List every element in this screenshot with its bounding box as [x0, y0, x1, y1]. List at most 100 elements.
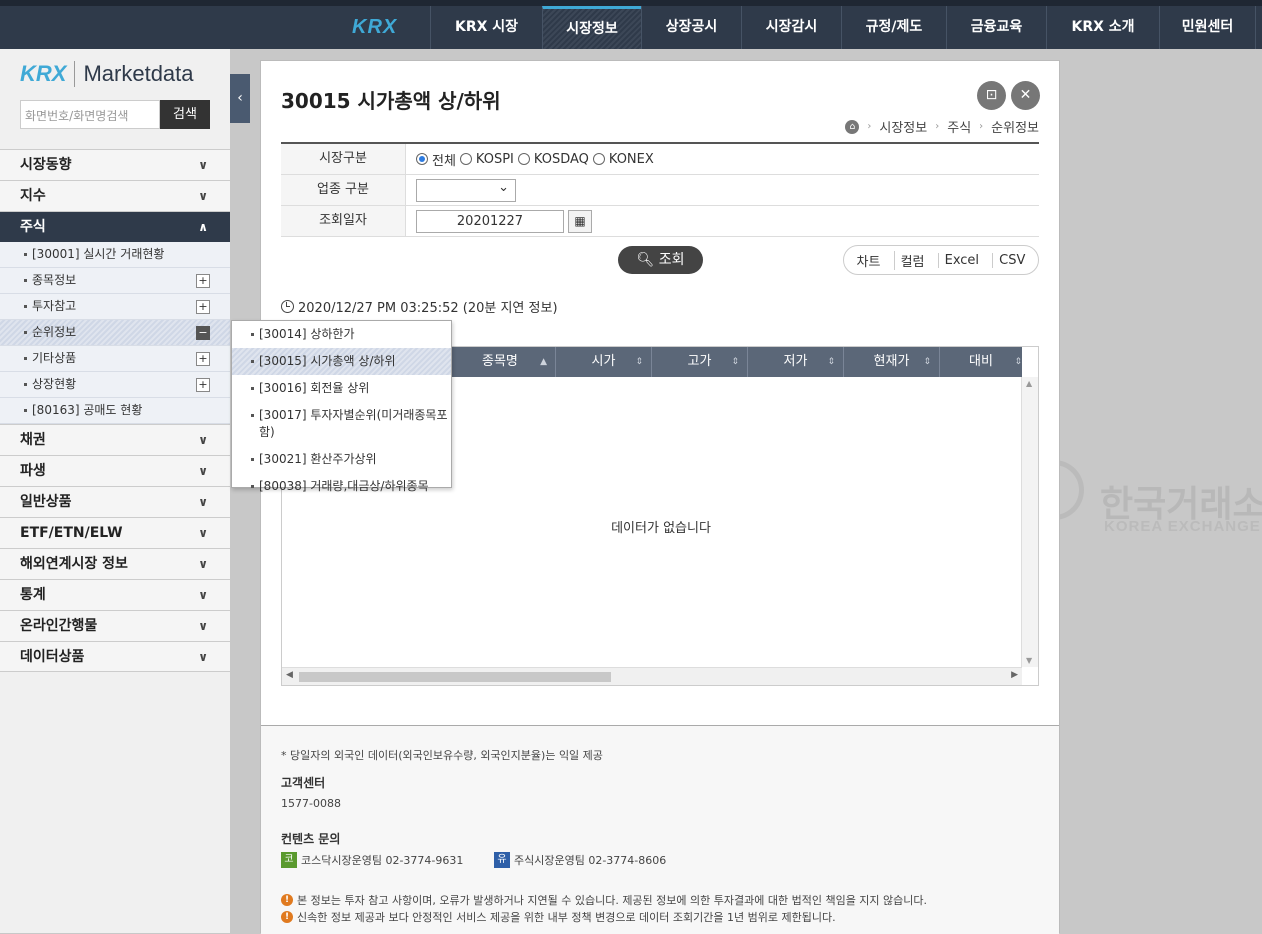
scrollbar-thumb[interactable] [299, 672, 611, 682]
menu-label: ETF/ETN/ELW [20, 525, 123, 541]
menu-label: 파생 [20, 463, 46, 479]
bullet-icon [24, 357, 27, 360]
stock-contact: 유 주식시장운영팀 02-3774-8606 [494, 852, 666, 868]
calendar-icon[interactable]: ▦ [568, 209, 592, 233]
submenu-other-products[interactable]: 기타상품 + [0, 346, 230, 372]
scroll-right-icon[interactable]: ▶ [1011, 670, 1018, 680]
horizontal-scrollbar[interactable]: ◀ ▶ [282, 667, 1022, 685]
column-header-change[interactable]: 대비 ⇕ [940, 347, 1022, 377]
nav-civil-center[interactable]: 민원센터 [1159, 6, 1256, 49]
top-navigation-bar: KRX KRX 시장 시장정보 상장공시 시장감시 규정/제도 금융교육 KRX… [0, 0, 1262, 49]
marketdata-logo[interactable]: KRX Marketdata [20, 59, 194, 89]
menu-general-products[interactable]: 일반상품 ∨ [0, 486, 230, 517]
popup-item-turnover[interactable]: [30016] 회전율 상위 [232, 375, 451, 402]
radio-label: 전체 [432, 153, 456, 169]
csv-button[interactable]: CSV [992, 252, 1025, 268]
submenu-ranking-info[interactable]: 순위정보 − [0, 320, 230, 346]
submenu-label: 상장현황 [32, 377, 77, 391]
bullet-icon [24, 383, 27, 386]
popup-item-market-cap[interactable]: [30015] 시가총액 상/하위 [232, 348, 451, 375]
nav-krx-market[interactable]: KRX 시장 [430, 6, 542, 49]
nav-market-surveillance[interactable]: 시장감시 [741, 6, 841, 49]
expand-plus-icon[interactable]: + [196, 274, 210, 288]
menu-etf-etn-elw[interactable]: ETF/ETN/ELW ∨ [0, 517, 230, 548]
column-header-high[interactable]: 고가 ⇕ [652, 347, 748, 377]
submenu-label: 순위정보 [32, 325, 77, 339]
chart-button[interactable]: 차트 [857, 251, 881, 270]
popup-item-upper-lower-limit[interactable]: [30014] 상하한가 [232, 321, 451, 348]
excel-button[interactable]: Excel [937, 252, 979, 268]
expand-plus-icon[interactable]: + [196, 300, 210, 314]
bullet-icon [251, 333, 254, 336]
close-icon: ✕ [1019, 87, 1032, 103]
submenu-investment-reference[interactable]: 투자참고 + [0, 294, 230, 320]
empty-message: 데이터가 없습니다 [611, 521, 711, 536]
radio-konex[interactable] [592, 153, 605, 165]
menu-online-publications[interactable]: 온라인간행물 ∨ [0, 610, 230, 641]
chevron-down-icon: ∨ [198, 588, 208, 602]
breadcrumb-item[interactable]: 시장정보 [879, 117, 927, 136]
radio-all[interactable] [416, 153, 428, 165]
nav-financial-education[interactable]: 금융교육 [946, 6, 1046, 49]
page-title: 30015 시가총액 상/하위 [281, 89, 501, 113]
popup-item-label: [30016] 회전율 상위 [259, 381, 370, 395]
menu-overseas-market[interactable]: 해외연계시장 정보 ∨ [0, 548, 230, 579]
expand-plus-icon[interactable]: + [196, 352, 210, 366]
chevron-down-icon: ∨ [198, 464, 208, 478]
menu-label: 해외연계시장 정보 [20, 556, 128, 572]
collapse-minus-icon[interactable]: − [196, 326, 210, 340]
popup-item-label: [30021] 환산주가상위 [259, 452, 377, 466]
sort-icon: ⇕ [923, 357, 931, 367]
krx-logo[interactable]: KRX [352, 16, 397, 39]
breadcrumb-separator: › [867, 121, 872, 132]
date-input[interactable]: 20201227 [416, 209, 564, 233]
screen-search-button[interactable]: 검색 [160, 100, 210, 129]
search-button[interactable]: 🔍︎ 조회 [618, 246, 703, 274]
stock-contact-text: 주식시장운영팀 02-3774-8606 [514, 854, 667, 867]
radio-kosdaq[interactable] [517, 153, 530, 165]
expand-plus-icon[interactable]: + [196, 378, 210, 392]
bullet-icon [251, 414, 254, 417]
kosdaq-contact-text: 코스닥시장운영팀 02-3774-9631 [301, 854, 464, 867]
menu-market-trend[interactable]: 시장동향 ∨ [0, 149, 230, 180]
column-header-low[interactable]: 저가 ⇕ [748, 347, 844, 377]
menu-stock[interactable]: 주식 ∧ [0, 211, 230, 242]
column-header-name[interactable]: 종목명 ▲ [452, 347, 556, 377]
nav-market-info[interactable]: 시장정보 [542, 6, 641, 49]
column-header-current[interactable]: 현재가 ⇕ [844, 347, 940, 377]
column-button[interactable]: 컬럼 [893, 250, 925, 270]
scroll-up-icon[interactable]: ▲ [1026, 379, 1032, 388]
home-icon[interactable]: ⌂ [845, 119, 860, 134]
submenu-realtime-trading[interactable]: [30001] 실시간 거래현황 [0, 242, 230, 268]
submenu-stock-info[interactable]: 종목정보 + [0, 268, 230, 294]
scroll-down-icon[interactable]: ▼ [1026, 656, 1032, 665]
scroll-left-icon[interactable]: ◀ [286, 670, 293, 680]
column-header-open[interactable]: 시가 ⇕ [556, 347, 652, 377]
menu-derivatives[interactable]: 파생 ∨ [0, 455, 230, 486]
menu-index[interactable]: 지수 ∨ [0, 180, 230, 211]
sidebar-collapse-button[interactable]: ‹ [230, 74, 250, 123]
menu-statistics[interactable]: 통계 ∨ [0, 579, 230, 610]
submenu-short-selling[interactable]: [80163] 공매도 현황 [0, 398, 230, 424]
popup-item-label: [30014] 상하한가 [259, 327, 355, 341]
nav-regulations[interactable]: 규정/제도 [841, 6, 946, 49]
screen-search-input[interactable]: 화면번호/화면명검색 [20, 100, 160, 129]
radio-kospi[interactable] [459, 153, 472, 165]
expand-window-button[interactable]: ⊡ [977, 81, 1006, 110]
sector-select[interactable] [416, 178, 516, 202]
sort-icon: ▲ [540, 357, 547, 367]
breadcrumb-item[interactable]: 주식 [947, 117, 971, 136]
date-label: 조회일자 [281, 206, 406, 236]
submenu-listing-status[interactable]: 상장현황 + [0, 372, 230, 398]
warning-2: ! 신속한 정보 제공과 보다 안정적인 서비스 제공을 위한 내부 정책 변경으… [281, 909, 836, 925]
popup-item-volume-value[interactable]: [80038] 거래량,대금상/하위종목 [232, 473, 451, 500]
breadcrumb-item[interactable]: 순위정보 [991, 117, 1039, 136]
close-button[interactable]: ✕ [1011, 81, 1040, 110]
menu-data-products[interactable]: 데이터상품 ∨ [0, 641, 230, 672]
sidebar-logo-title: Marketdata [74, 61, 194, 87]
popup-item-investor-ranking[interactable]: [30017] 투자자별순위(미거래종목포함) [232, 402, 451, 446]
menu-bond[interactable]: 채권 ∨ [0, 424, 230, 455]
popup-item-converted-price[interactable]: [30021] 환산주가상위 [232, 446, 451, 473]
nav-listing-disclosure[interactable]: 상장공시 [641, 6, 741, 49]
nav-krx-about[interactable]: KRX 소개 [1046, 6, 1159, 49]
